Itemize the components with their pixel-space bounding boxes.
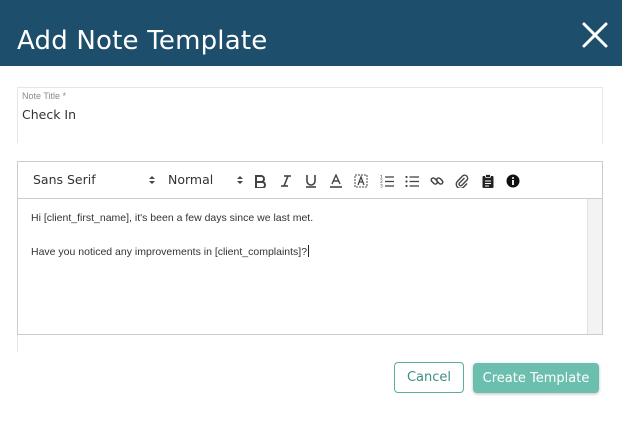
font-size-select[interactable]: Normal [168,172,213,187]
clipboard-button[interactable] [479,172,497,190]
add-note-template-dialog: Add Note Template Note Title * Sans Seri… [0,0,622,441]
bullet-list-button[interactable] [403,172,421,190]
info-icon [506,174,520,188]
bullet-list-icon [405,175,419,188]
font-family-select-arrow-icon[interactable] [148,174,156,186]
editor-line-1: Hi [client_first_name], it's been a few … [31,212,313,224]
cancel-button[interactable]: Cancel [394,362,464,393]
text-color-button[interactable] [327,172,345,190]
editor-line-2: Have you noticed any improvements in [cl… [31,245,310,258]
italic-icon [281,175,291,187]
editor-scrollbar[interactable] [587,199,602,334]
italic-button[interactable] [277,172,295,190]
note-body-editor[interactable]: Hi [client_first_name], it's been a few … [17,199,603,335]
attachment-button[interactable] [453,172,471,190]
svg-text:3: 3 [380,184,383,189]
attachment-icon [455,174,469,188]
close-button[interactable] [578,18,612,52]
create-template-button[interactable]: Create Template [473,363,599,393]
text-cursor [308,245,310,257]
underline-button[interactable] [302,172,320,190]
dialog-title: Add Note Template [17,26,268,56]
font-family-select[interactable]: Sans Serif [33,172,96,187]
editor-line-2-text: Have you noticed any improvements in [cl… [31,246,308,258]
dialog-header: Add Note Template [0,0,622,66]
close-icon [582,22,608,48]
info-button[interactable] [504,172,522,190]
editor-toolbar: Sans Serif Normal 1 2 3 [17,161,603,199]
text-color-icon [330,174,342,188]
note-title-field: Note Title * [17,87,603,144]
editor-line-1-text: Hi [client_first_name], it's been a few … [31,212,314,224]
font-size-select-arrow-icon[interactable] [236,174,244,186]
link-icon [430,177,444,185]
note-title-input[interactable] [22,107,582,122]
underline-icon [306,175,316,188]
background-color-button[interactable] [352,172,370,190]
ordered-list-icon: 1 2 3 [380,175,394,189]
bold-icon [255,175,266,188]
ordered-list-button[interactable]: 1 2 3 [378,172,396,190]
link-button[interactable] [428,172,446,190]
clipboard-icon [482,174,494,188]
field-divider [17,335,18,352]
note-title-label: Note Title * [22,91,67,101]
background-color-icon [354,174,368,188]
bold-button[interactable] [251,172,269,190]
